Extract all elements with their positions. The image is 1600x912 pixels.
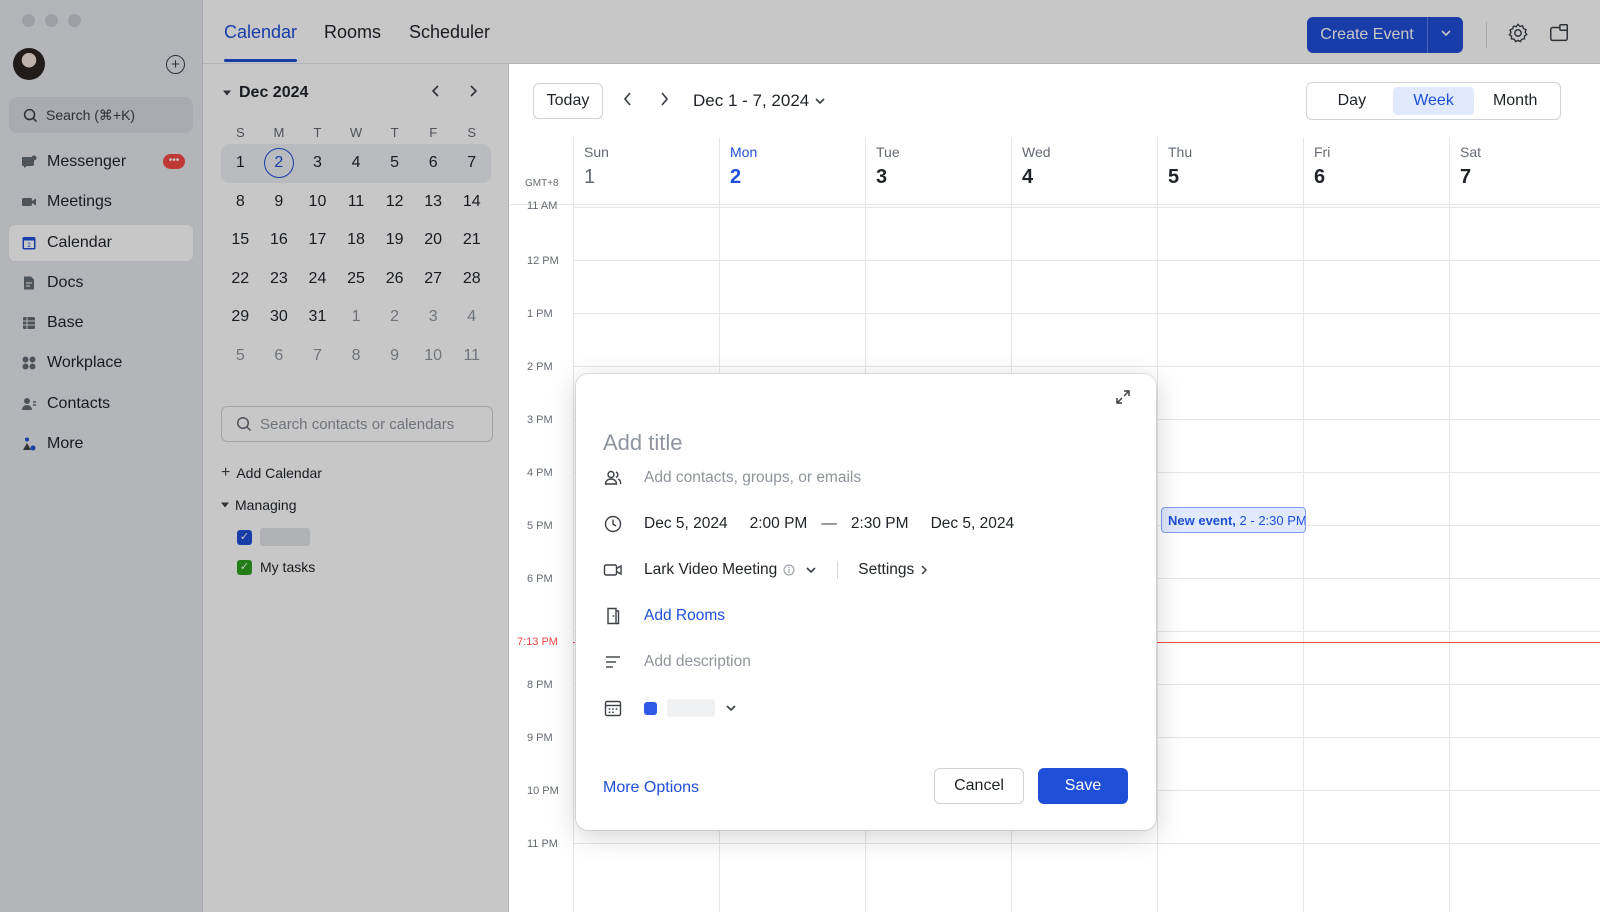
next-week-button[interactable]: [658, 91, 670, 112]
day-name: Mon: [730, 144, 758, 160]
view-month-button[interactable]: Month: [1474, 87, 1556, 115]
start-date-field[interactable]: Dec 5, 2024: [644, 515, 728, 533]
description-placeholder: Add description: [644, 653, 751, 670]
day-header-sat[interactable]: Sat 7: [1449, 138, 1595, 204]
day-header-wed[interactable]: Wed 4: [1011, 138, 1157, 204]
hour-label: 11 PM: [527, 838, 558, 850]
text-lines-icon: [603, 652, 623, 672]
datetime-row: Dec 5, 2024 2:00 PM — 2:30 PM Dec 5, 202…: [603, 512, 1014, 536]
start-time-field[interactable]: 2:00 PM: [750, 515, 808, 533]
day-date: 7: [1460, 166, 1472, 188]
hour-line: [573, 313, 1600, 314]
settings-label: Settings: [858, 561, 915, 578]
day-column-line: [1157, 205, 1158, 912]
view-day-button[interactable]: Day: [1311, 87, 1393, 115]
day-date: 6: [1314, 166, 1326, 188]
hour-label: 1 PM: [527, 308, 553, 320]
day-column-line: [1449, 205, 1450, 912]
hour-label: 8 PM: [527, 679, 553, 691]
day-column-line: [1303, 205, 1304, 912]
day-name: Wed: [1022, 144, 1051, 160]
add-rooms-link[interactable]: Add Rooms: [644, 607, 725, 625]
day-name: Tue: [876, 144, 900, 160]
guests-placeholder: Add contacts, groups, or emails: [644, 469, 862, 486]
video-meeting-label: Lark Video Meeting: [644, 561, 778, 578]
hour-label: 2 PM: [527, 361, 553, 373]
chevron-down-icon: [726, 705, 736, 712]
time-separator: —: [821, 515, 837, 532]
hour-label: 5 PM: [527, 520, 553, 532]
video-camera-icon: [603, 560, 623, 580]
timezone-label: GMT+8: [525, 178, 559, 189]
cancel-button[interactable]: Cancel: [934, 768, 1024, 804]
hour-line: [573, 366, 1600, 367]
more-options-link[interactable]: More Options: [603, 779, 699, 797]
event-title-placeholder: Add title: [603, 430, 683, 455]
clock-icon: [603, 514, 623, 534]
today-button[interactable]: Today: [533, 83, 603, 119]
calendar-select-row: [603, 696, 737, 720]
save-button[interactable]: Save: [1038, 768, 1128, 804]
modal-backdrop[interactable]: [0, 0, 509, 912]
day-header-sun[interactable]: Sun 1: [573, 138, 719, 204]
hour-label: 9 PM: [527, 732, 553, 744]
view-week-button[interactable]: Week: [1392, 87, 1475, 115]
description-row[interactable]: Add description: [603, 650, 751, 674]
hour-label: 4 PM: [527, 467, 553, 479]
rooms-row: Add Rooms: [603, 604, 725, 628]
chevron-right-icon: [921, 565, 928, 575]
calendar-icon: [603, 698, 623, 718]
people-icon: [603, 468, 623, 488]
hour-label: 10 PM: [527, 785, 559, 797]
view-switcher: Day Week Month: [1306, 82, 1561, 120]
day-date: 1: [584, 166, 596, 188]
end-date-field[interactable]: Dec 5, 2024: [931, 515, 1015, 533]
info-icon: [783, 564, 795, 576]
quick-create-event-popup: Add title Add contacts, groups, or email…: [576, 374, 1156, 830]
day-header-tue[interactable]: Tue 3: [865, 138, 1011, 204]
day-header-fri[interactable]: Fri 6: [1303, 138, 1449, 204]
day-date: 3: [876, 166, 888, 188]
current-time-label: 7:13 PM: [517, 636, 558, 648]
hour-label: 11 AM: [527, 200, 558, 212]
hour-line: [573, 260, 1600, 261]
row-divider: [837, 561, 839, 579]
expand-icon[interactable]: [1114, 388, 1132, 406]
video-meeting-selector[interactable]: Lark Video Meeting: [644, 561, 817, 579]
date-range-label: Dec 1 - 7, 2024: [693, 91, 810, 110]
calendar-name-redacted: [667, 699, 715, 717]
day-name: Sat: [1460, 144, 1482, 160]
modal-backdrop[interactable]: [509, 0, 1600, 64]
chevron-down-icon: [806, 567, 816, 574]
event-title-input[interactable]: Add title: [603, 430, 683, 456]
hour-line: [573, 207, 1600, 208]
day-name: Fri: [1314, 144, 1331, 160]
calendar-color-swatch: [644, 701, 657, 715]
room-door-icon: [603, 606, 623, 626]
date-range-selector[interactable]: Dec 1 - 7, 2024: [693, 91, 826, 111]
calendar-selector[interactable]: [644, 699, 737, 717]
day-date: 4: [1022, 166, 1034, 188]
chevron-down-icon: [815, 98, 825, 105]
end-time-field[interactable]: 2:30 PM: [851, 515, 909, 533]
day-name: Thu: [1168, 144, 1193, 160]
previous-week-button[interactable]: [622, 91, 634, 112]
meeting-settings-link[interactable]: Settings: [858, 561, 928, 579]
day-name: Sun: [584, 144, 609, 160]
hour-label: 6 PM: [527, 573, 553, 585]
day-header-mon[interactable]: Mon 2: [719, 138, 865, 204]
hour-line: [573, 843, 1600, 844]
hour-label: 3 PM: [527, 414, 553, 426]
hour-label: 12 PM: [527, 255, 559, 267]
video-meeting-row: Lark Video Meeting Settings: [603, 558, 928, 582]
event-time: 2 - 2:30 PM: [1239, 513, 1306, 528]
day-column-line: [573, 205, 574, 912]
event-chip[interactable]: New event, 2 - 2:30 PM: [1161, 507, 1306, 533]
day-date: 2: [730, 166, 742, 188]
guests-row[interactable]: Add contacts, groups, or emails: [603, 466, 861, 490]
day-header-thu[interactable]: Thu 5: [1157, 138, 1303, 204]
day-date: 5: [1168, 166, 1180, 188]
event-title: New event,: [1168, 513, 1236, 528]
